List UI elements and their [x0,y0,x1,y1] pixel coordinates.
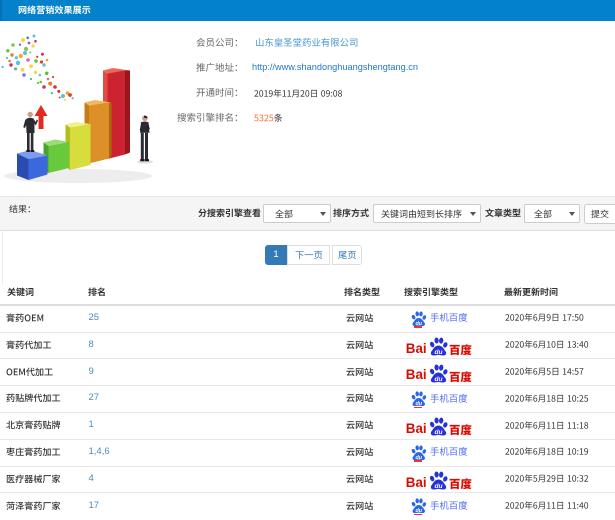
svg-text:du: du [434,349,442,356]
svg-text:du: du [434,483,442,490]
svg-text:du: du [434,376,442,383]
svg-text:du: du [434,429,442,436]
